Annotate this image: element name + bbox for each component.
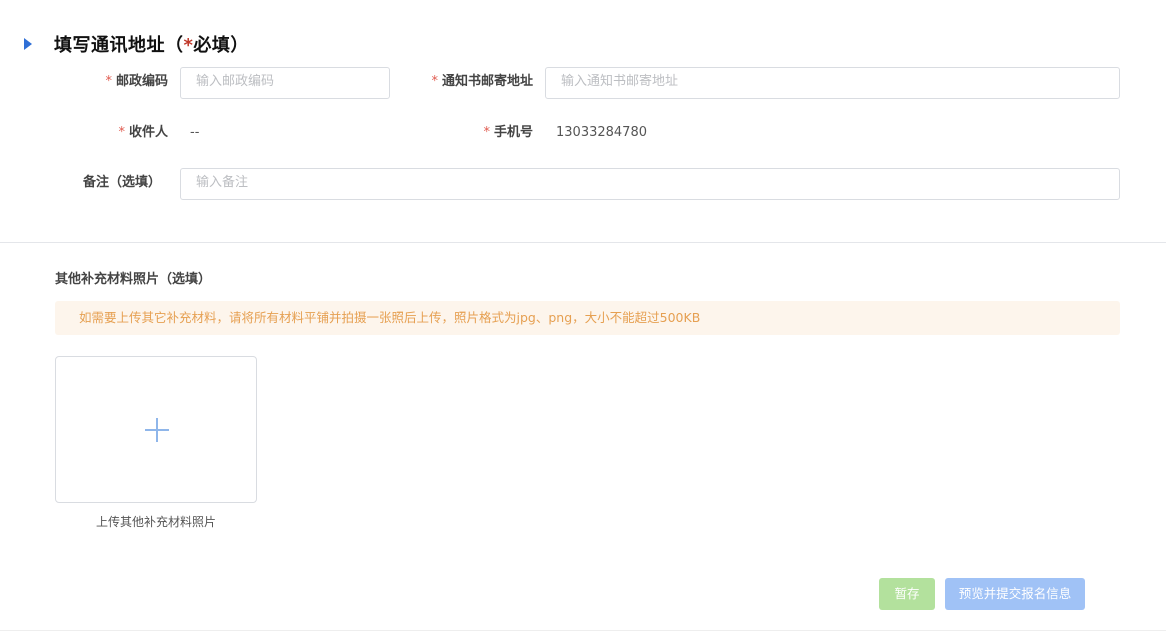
upload-caption: 上传其他补充材料照片 — [95, 515, 216, 529]
chevron-right-icon — [24, 38, 32, 50]
postal-code-placeholder: 输入邮政编码 — [196, 74, 275, 89]
required-star: * — [183, 35, 194, 56]
page: 填写通讯地址（*必填） * 邮政编码 输入邮政编码 * 通知书邮寄地址 输入通知书邮… — [0, 0, 1166, 631]
mail-address-label-text: 通知书邮寄地址 — [441, 74, 533, 89]
preview-submit-button[interactable]: 预览并提交报名信息 — [945, 578, 1085, 610]
remark-label: 备注（选填） — [82, 175, 161, 190]
mail-address-placeholder: 输入通知书邮寄地址 — [561, 74, 679, 89]
recipient-value: -- — [190, 125, 200, 140]
remark-placeholder: 输入备注 — [196, 175, 249, 190]
phone-label-text: 手机号 — [493, 125, 533, 140]
section-header: 填写通讯地址（*必填） — [24, 30, 249, 58]
required-star: * — [105, 74, 112, 89]
phone-value: 13033284780 — [556, 125, 647, 140]
recipient-label-text: 收件人 — [128, 125, 168, 140]
recipient-label: * 收件人 — [60, 117, 168, 149]
materials-title: 其他补充材料照片（选填） — [55, 272, 212, 287]
section-divider — [0, 242, 1166, 243]
phone-label: * 手机号 — [400, 117, 533, 149]
required-star: * — [431, 74, 438, 89]
section-title-suffix: 必填） — [193, 35, 249, 56]
postal-code-label-text: 邮政编码 — [115, 74, 168, 89]
save-draft-button[interactable]: 暂存 — [879, 578, 935, 610]
upload-notice: 如需要上传其它补充材料，请将所有材料平铺并拍摄一张照后上传，照片格式为jpg、p… — [55, 301, 1120, 335]
required-star: * — [483, 125, 490, 140]
mail-address-input[interactable]: 输入通知书邮寄地址 — [545, 67, 1120, 99]
section-title-prefix: 填写通讯地址（ — [54, 35, 184, 56]
plus-icon-vertical — [156, 418, 158, 442]
mail-address-label: * 通知书邮寄地址 — [400, 66, 533, 98]
remark-input[interactable]: 输入备注 — [180, 168, 1120, 200]
postal-code-label: * 邮政编码 — [60, 66, 168, 98]
required-star: * — [118, 125, 125, 140]
section-title: 填写通讯地址（*必填） — [54, 31, 249, 57]
postal-code-input[interactable]: 输入邮政编码 — [180, 67, 390, 99]
upload-photo-button[interactable] — [55, 356, 257, 503]
